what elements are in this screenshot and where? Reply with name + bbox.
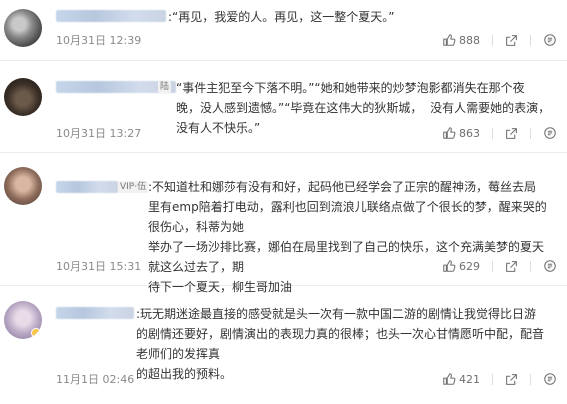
like-button[interactable]: 421 [442, 372, 480, 386]
like-count: 863 [459, 126, 480, 140]
comment-time: 10月31日 12:39 [56, 34, 142, 47]
username-blurred[interactable] [56, 307, 134, 319]
reply-button[interactable] [543, 33, 557, 47]
thumbs-up-icon [443, 373, 456, 385]
user-tag: VIP·伍 [118, 181, 149, 193]
thumbs-up-icon [443, 34, 456, 46]
like-button[interactable]: 863 [442, 126, 480, 140]
divider [530, 34, 531, 46]
comment-item: 陆 “事件主犯至今下落不明。”“她和她带来的炒梦泡影都消失在那个夜 晚，没人感到… [0, 61, 567, 153]
share-button[interactable] [505, 373, 518, 386]
like-count: 888 [459, 33, 480, 47]
like-button[interactable]: 888 [442, 33, 480, 47]
avatar[interactable] [4, 78, 42, 116]
user-tag: 陆 [158, 81, 172, 93]
like-count: 421 [459, 372, 480, 386]
divider [530, 127, 531, 139]
share-icon [506, 260, 517, 272]
avatar[interactable] [4, 301, 42, 339]
comment-icon [544, 34, 556, 46]
thumbs-up-icon [443, 127, 456, 139]
avatar[interactable] [4, 167, 42, 205]
divider [492, 34, 493, 46]
share-button[interactable] [505, 34, 518, 47]
divider [492, 373, 493, 385]
like-button[interactable]: 629 [442, 259, 480, 273]
share-icon [506, 34, 517, 46]
reply-button[interactable] [543, 372, 557, 386]
comment-feed: :“再见，我爱的人。再见，这一整个夏天。” 10月31日 12:39 888 陆… [0, 0, 567, 404]
share-icon [506, 127, 517, 139]
comment-time: 11月1日 02:46 [56, 373, 135, 386]
avatar[interactable] [4, 9, 42, 47]
comment-item: VIP·伍 :不知道杜和娜莎有没有和好，起码他已经学会了正宗的醒神汤，莓丝去局 … [0, 153, 567, 294]
comment-icon [544, 260, 556, 272]
verified-badge-icon [31, 328, 41, 338]
divider [530, 373, 531, 385]
comment-item: :“再见，我爱的人。再见，这一整个夏天。” 10月31日 12:39 888 [0, 0, 567, 61]
reply-button[interactable] [543, 259, 557, 273]
comment-icon [544, 373, 556, 385]
comment-item: :玩无期迷途最直接的感受就是头一次有一款中国二游的剧情让我觉得比日游 的剧情还要… [0, 286, 567, 404]
reply-button[interactable] [543, 126, 557, 140]
divider [530, 260, 531, 272]
username-blurred[interactable] [56, 181, 118, 193]
comment-icon [544, 127, 556, 139]
like-count: 629 [459, 259, 480, 273]
thumbs-up-icon [443, 260, 456, 272]
comment-text: :“再见，我爱的人。再见，这一整个夏天。” [168, 10, 395, 24]
divider [492, 127, 493, 139]
comment-time: 10月31日 13:27 [56, 127, 142, 140]
divider [492, 260, 493, 272]
share-button[interactable] [505, 260, 518, 273]
comment-text: :不知道杜和娜莎有没有和好，起码他已经学会了正宗的醒神汤，莓丝去局 里有emp陪… [148, 180, 547, 294]
comment-time: 10月31日 15:31 [56, 260, 142, 273]
share-button[interactable] [505, 127, 518, 140]
username-blurred[interactable] [56, 10, 166, 22]
share-icon [506, 373, 517, 385]
